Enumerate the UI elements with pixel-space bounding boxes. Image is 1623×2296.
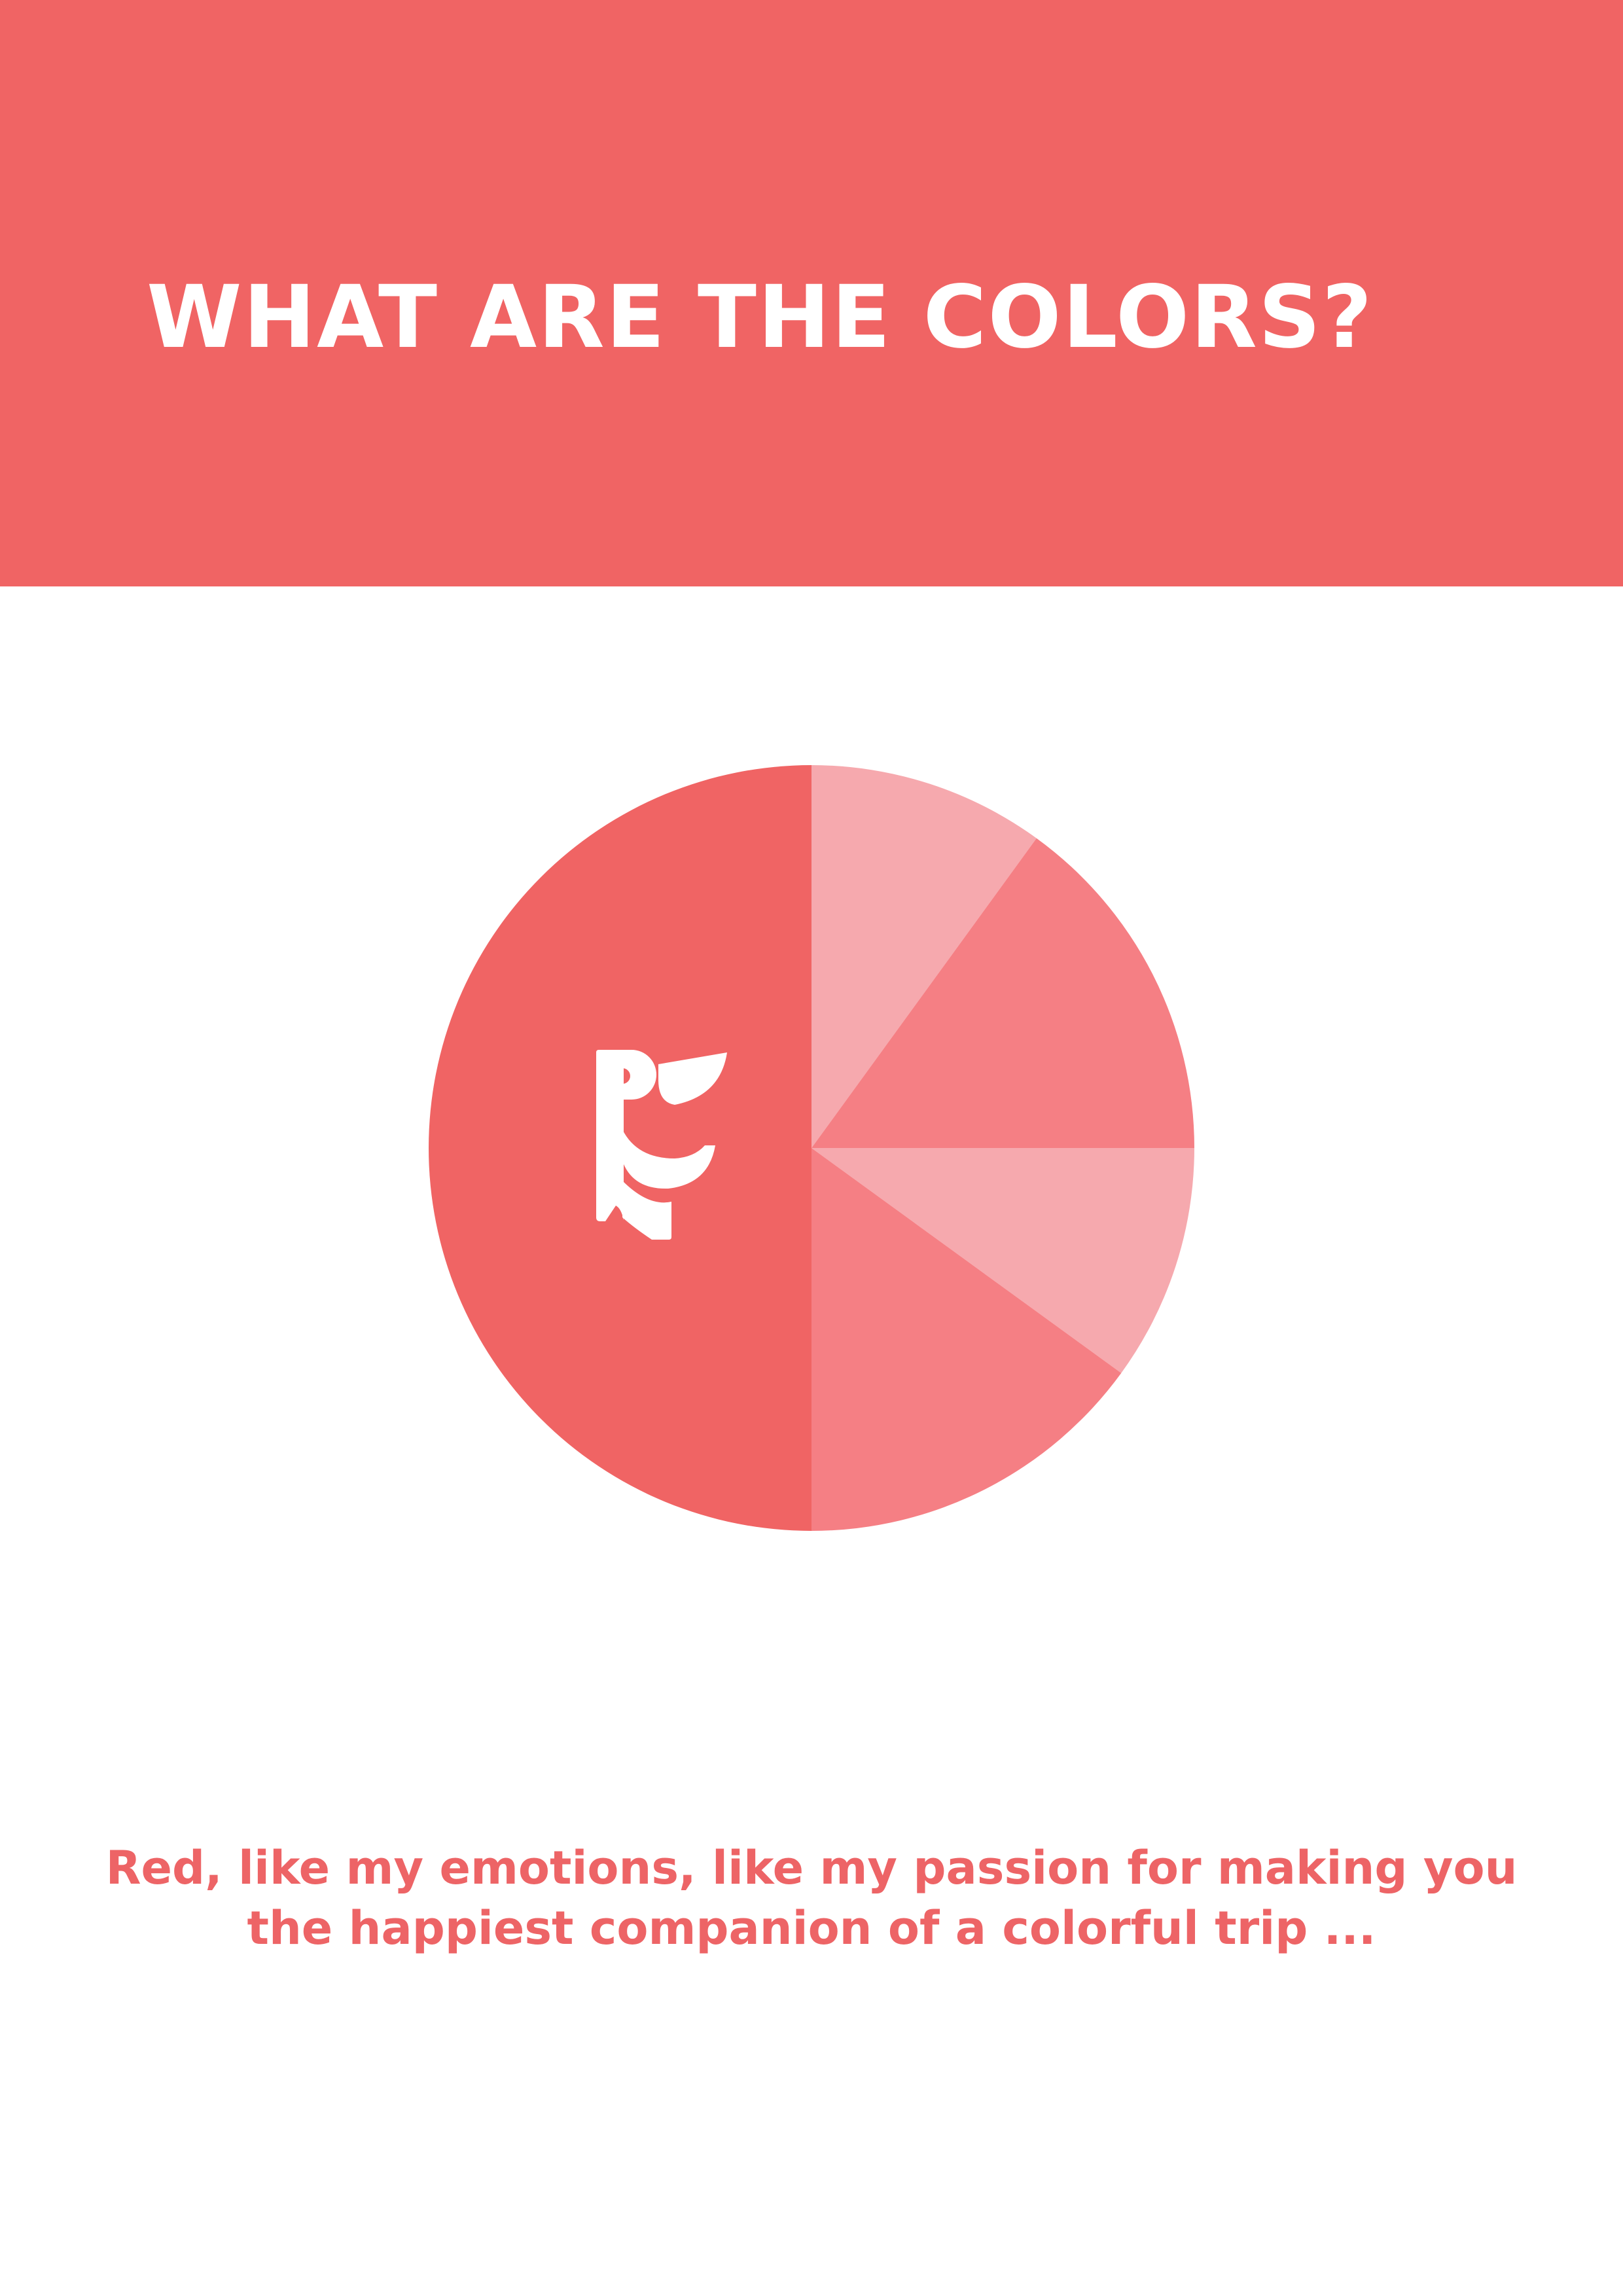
header-band: WHAT ARE THE COLORS? [0,0,1623,586]
pie-chart-svg [429,765,1194,1531]
caption: Red, like my emotions, like my passion f… [0,1838,1623,1958]
caption-line-2: the happiest companion of a colorful tri… [247,1901,1376,1955]
pie-chart [425,762,1198,1534]
page-title: WHAT ARE THE COLORS? [147,267,1374,368]
pie-slices [429,765,1194,1531]
caption-line-1: Red, like my emotions, like my passion f… [105,1841,1518,1895]
